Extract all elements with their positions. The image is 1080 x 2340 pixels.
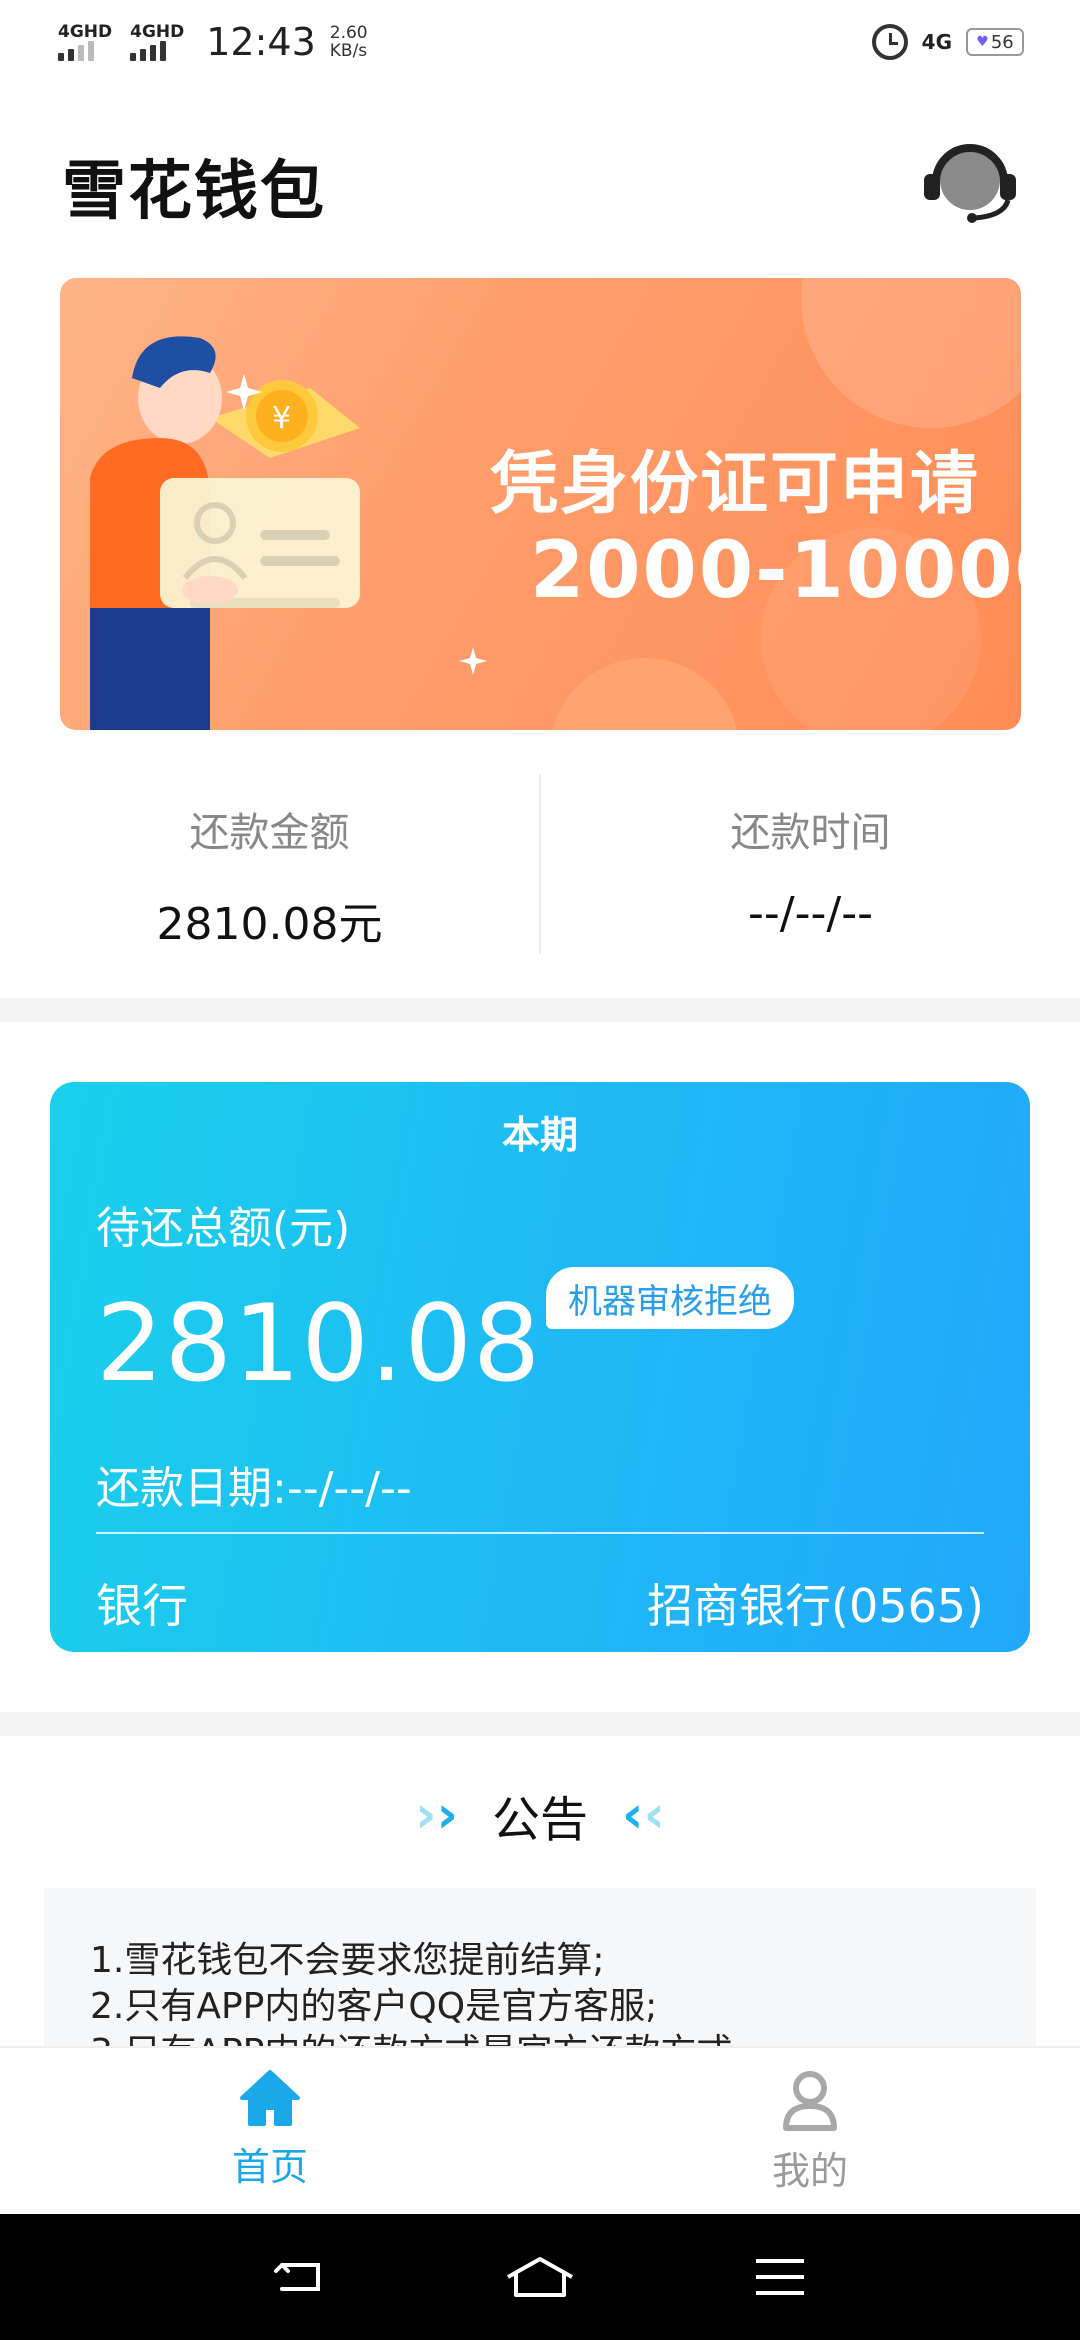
sim1-label: 4GHD bbox=[58, 22, 113, 42]
tab-mine[interactable]: 我的 bbox=[540, 2048, 1080, 2214]
banner-headline: 凭身份证可申请 bbox=[490, 445, 981, 524]
section-divider bbox=[0, 998, 1080, 1022]
chevron-right-icon: › › bbox=[415, 1785, 458, 1845]
network-speed: 2.60 KB/s bbox=[330, 24, 368, 60]
banner-decoration bbox=[550, 658, 740, 730]
repayment-date: 还款日期:--/--/-- bbox=[96, 1463, 412, 1514]
notice-line: 2.只有APP内的客户QQ是官方客服; bbox=[90, 1986, 658, 2027]
battery-icon: ♥ 56 bbox=[966, 28, 1024, 56]
bank-value: 招商银行(0565) bbox=[647, 1579, 984, 1633]
notice-header: › › 公告 ‹ ‹ bbox=[0, 1780, 1080, 1850]
sim2-label: 4GHD bbox=[130, 22, 185, 42]
promo-banner[interactable]: ¥ 凭身份证可申请 2000-10000 bbox=[60, 278, 1021, 730]
divider bbox=[96, 1532, 984, 1534]
signal-icon bbox=[130, 41, 167, 61]
app-title: 雪花钱包 bbox=[62, 155, 326, 229]
home-icon bbox=[240, 2070, 300, 2126]
alarm-icon bbox=[871, 24, 908, 60]
user-icon bbox=[783, 2071, 837, 2131]
section-divider bbox=[0, 1712, 1080, 1736]
bank-label: 银行 bbox=[96, 1579, 188, 1633]
current-period-card[interactable]: 本期 待还总额(元) 2810.08 机器审核拒绝 还款日期:--/--/-- … bbox=[50, 1082, 1030, 1652]
headset-icon[interactable] bbox=[918, 140, 1022, 224]
repayment-time-block: 还款时间 --/--/-- bbox=[541, 770, 1080, 960]
sim1-signal: 4GHD bbox=[58, 23, 112, 61]
repayment-amount-label: 还款金额 bbox=[189, 810, 350, 856]
tab-home[interactable]: 首页 bbox=[0, 2048, 540, 2214]
tab-mine-label: 我的 bbox=[771, 2149, 848, 2193]
repayment-summary: 还款金额 2810.08元 还款时间 --/--/-- bbox=[0, 770, 1080, 960]
speed-unit: KB/s bbox=[329, 41, 368, 61]
due-total-label: 待还总额(元) bbox=[96, 1203, 351, 1254]
speed-value: 2.60 bbox=[329, 23, 368, 43]
repayment-amount-block: 还款金额 2810.08元 bbox=[0, 770, 539, 960]
id-card-illustration: ¥ bbox=[90, 336, 487, 730]
chevron-left-icon: ‹ ‹ bbox=[622, 1785, 665, 1845]
period-title: 本期 bbox=[501, 1113, 578, 1157]
svg-text:¥: ¥ bbox=[272, 401, 291, 436]
system-nav-bar bbox=[0, 2214, 1080, 2340]
notice-line: 1.雪花钱包不会要求您提前结算; bbox=[90, 1940, 605, 1981]
status-bar: 4GHD 4GHD 12:43 2.60 KB/s 4G ♥ 56 bbox=[0, 0, 1080, 84]
status-badge: 机器审核拒绝 bbox=[546, 1267, 794, 1329]
notice-title: 公告 bbox=[491, 1792, 588, 1848]
heart-icon: ♥ bbox=[976, 34, 989, 50]
signal-icon bbox=[58, 41, 94, 61]
repayment-time-value: --/--/-- bbox=[748, 888, 873, 939]
home-nav-icon[interactable] bbox=[500, 2247, 580, 2307]
due-total-amount: 2810.08 bbox=[96, 1282, 542, 1405]
bottom-tab-bar: 首页 我的 bbox=[0, 2046, 1080, 2214]
back-icon[interactable] bbox=[260, 2247, 340, 2307]
tab-home-label: 首页 bbox=[231, 2145, 308, 2189]
banner-range: 2000-10000 bbox=[530, 526, 1021, 616]
network-type: 4G bbox=[921, 30, 952, 54]
notice-content: 1.雪花钱包不会要求您提前结算; 2.只有APP内的客户QQ是官方客服; 3.只… bbox=[44, 1888, 1036, 2048]
clock: 12:43 bbox=[206, 20, 316, 64]
battery-level: 56 bbox=[990, 31, 1014, 53]
menu-icon[interactable] bbox=[740, 2247, 820, 2307]
repayment-time-label: 还款时间 bbox=[730, 810, 891, 856]
repayment-amount-value: 2810.08元 bbox=[156, 899, 383, 950]
status-right: 4G ♥ 56 bbox=[871, 24, 1024, 60]
sim2-signal: 4GHD bbox=[130, 23, 184, 61]
banner-decoration bbox=[801, 278, 1021, 428]
